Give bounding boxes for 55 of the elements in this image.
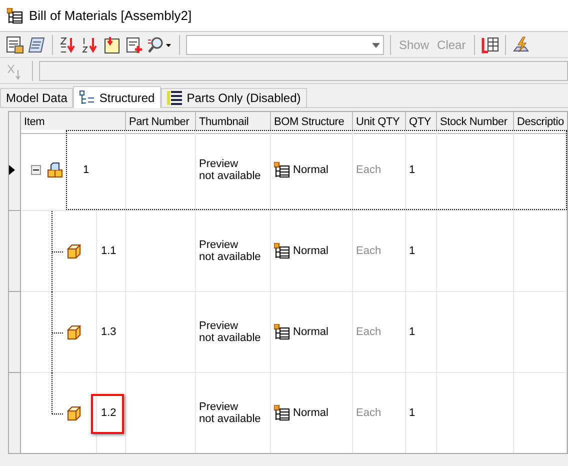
bom-structure-icon xyxy=(274,405,290,421)
column-header[interactable]: Item xyxy=(21,112,126,134)
column-header[interactable]: QTY xyxy=(406,112,437,134)
column-header[interactable]: Thumbnail xyxy=(196,112,271,134)
assembly-icon xyxy=(47,162,63,178)
notepad-icon[interactable] xyxy=(28,36,46,54)
bom-structure-text: Normal xyxy=(293,164,328,176)
column-header[interactable]: Unit QTY xyxy=(353,112,406,134)
sheet-save-icon[interactable] xyxy=(6,36,24,54)
bom-structure-icon xyxy=(274,162,290,178)
item-number: 1 xyxy=(83,164,90,176)
document-add-icon[interactable] xyxy=(125,36,143,54)
tab[interactable]: Parts Only (Disabled) xyxy=(160,88,307,107)
tab[interactable]: Structured xyxy=(73,86,161,108)
minus-icon xyxy=(33,167,39,173)
search-icon[interactable] xyxy=(147,36,173,54)
quantity-text: 1 xyxy=(409,406,416,420)
current-row-arrow-icon xyxy=(9,165,15,175)
quantity-text: 1 xyxy=(409,326,416,338)
column-header[interactable]: Part Number xyxy=(126,112,196,134)
item-number: 1.3 xyxy=(101,326,116,338)
sort-numeric-icon[interactable] xyxy=(81,36,99,54)
cube-icon xyxy=(65,405,81,421)
column-header[interactable]: Descriptio xyxy=(514,112,567,134)
lightning-icon[interactable] xyxy=(512,36,530,54)
column-header[interactable]: Stock Number xyxy=(437,112,514,134)
sort-descending-icon[interactable] xyxy=(59,36,77,54)
thumbnail-text: Preview not available xyxy=(199,320,261,344)
column-header[interactable]: BOM Structure xyxy=(271,112,353,134)
bom-icon xyxy=(7,8,23,24)
unit-text: Each xyxy=(356,164,382,176)
item-number: 1.1 xyxy=(101,244,116,258)
list-icon xyxy=(166,90,183,106)
bom-structure-text: Normal xyxy=(293,406,328,420)
bom-structure-icon xyxy=(274,324,290,340)
tab[interactable]: Model Data xyxy=(0,88,74,107)
item-number: 1.2 xyxy=(101,406,116,420)
quantity-text: 1 xyxy=(409,164,416,176)
formula-field[interactable] xyxy=(39,60,568,80)
thumbnail-text: Preview not available xyxy=(199,238,261,264)
bom-structure-text: Normal xyxy=(293,244,328,258)
bom-structure-icon xyxy=(274,243,290,259)
tree-structure-icon xyxy=(79,90,96,106)
unit-text: Each xyxy=(356,406,382,420)
cube-icon xyxy=(65,243,81,259)
thumbnail-text: Preview not available xyxy=(199,158,261,182)
table-arrow-icon[interactable] xyxy=(480,36,499,54)
thumbnail-text: Preview not available xyxy=(199,400,261,426)
cube-icon xyxy=(65,324,81,340)
collapse-toggle[interactable] xyxy=(31,165,41,175)
unit-text: Each xyxy=(356,244,382,258)
quantity-text: 1 xyxy=(409,244,416,258)
window-title: Bill of Materials [Assembly2] xyxy=(29,6,192,25)
bom-structure-text: Normal xyxy=(293,326,328,338)
unit-text: Each xyxy=(356,326,382,338)
